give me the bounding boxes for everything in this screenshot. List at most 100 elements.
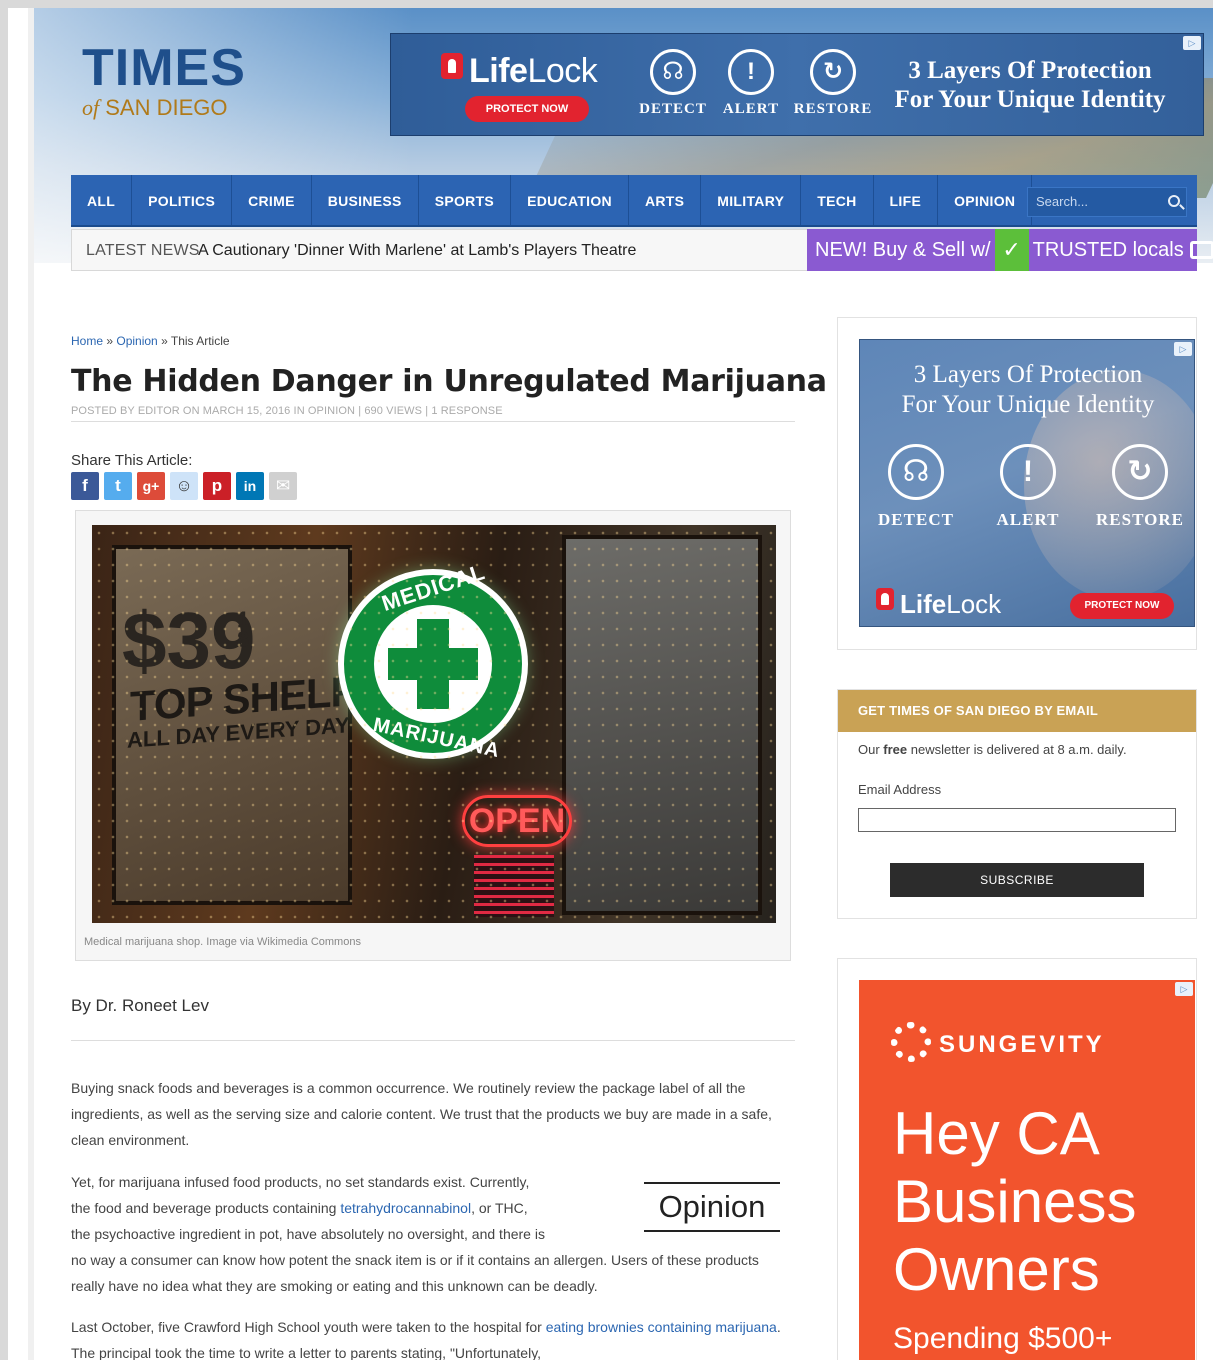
nav-item-sports[interactable]: SPORTS — [419, 175, 512, 225]
sun-icon — [891, 1022, 931, 1062]
search-icon[interactable] — [1168, 195, 1180, 207]
share-buttons: f t g+ ☺ p in ✉ — [71, 472, 297, 500]
linkedin-share-icon[interactable]: in — [236, 472, 264, 500]
subscribe-button[interactable]: SUBSCRIBE — [890, 863, 1144, 897]
article-title: The Hidden Danger in Unregulated Marijua… — [71, 364, 957, 399]
restore-label: RESTORE — [793, 101, 873, 117]
logo-main: TIMES — [82, 39, 246, 97]
nav-item-life[interactable]: LIFE — [874, 175, 939, 225]
alert-feature: ! ALERT — [711, 49, 791, 118]
latest-news-bar: LATEST NEWS A Cautionary 'Dinner With Ma… — [71, 229, 1213, 271]
protect-now-button[interactable]: PROTECT NOW — [465, 96, 589, 122]
lifelock-banner-ad[interactable]: ▷ LifeLock PROTECT NOW ☊ DETECT ! ALERT … — [390, 33, 1204, 136]
article-meta: POSTED BY EDITOR ON MARCH 15, 2016 IN OP… — [71, 405, 503, 417]
promo-text-b: TRUSTED locals — [1032, 239, 1184, 261]
p2-line-d: the psychoactive ingredient in pot, have… — [71, 1226, 545, 1242]
alert-label: ALERT — [722, 101, 780, 117]
detect-feature: ☊ DETECT — [633, 49, 713, 118]
search-input[interactable]: Search... — [1027, 187, 1187, 217]
paragraph-1: Buying snack foods and beverages is a co… — [71, 1080, 772, 1148]
check-icon: ✓ — [994, 229, 1029, 271]
breadcrumb-home[interactable]: Home — [71, 334, 103, 348]
share-label: Share This Article: — [71, 452, 193, 469]
sidebar-ad-tagline: 3 Layers Of Protection For Your Unique I… — [860, 360, 1194, 420]
alert-feature: ! ALERT — [978, 444, 1078, 530]
page: TIMES of SAN DIEGO ▷ LifeLock PROTECT NO… — [8, 8, 1213, 1360]
thc-link[interactable]: tetrahydrocannabinol — [340, 1200, 471, 1216]
breadcrumb-current: This Article — [170, 334, 230, 348]
alert-icon: ! — [728, 49, 774, 95]
lifelock-brand-b: Lock — [527, 52, 598, 90]
lifelock-lock-icon — [441, 53, 463, 79]
ad-choices-icon[interactable]: ▷ — [1183, 36, 1201, 50]
sungevity-subline: Spending $500+ — [893, 1322, 1113, 1355]
twitter-share-icon[interactable]: t — [104, 472, 132, 500]
fingerprint-icon: ☊ — [650, 49, 696, 95]
trusted-locals-promo[interactable]: NEW! Buy & Sell w/✓ TRUSTED locals — [807, 229, 1213, 271]
nav-item-education[interactable]: EDUCATION — [511, 175, 629, 225]
detect-feature: ☊ DETECT — [866, 444, 966, 530]
email-share-icon[interactable]: ✉ — [269, 472, 297, 500]
restore-feature: ↻ RESTORE — [1090, 444, 1190, 530]
sungevity-line-2: Business — [893, 1168, 1137, 1235]
paragraph-2-bottom: no way a consumer can know how potent th… — [71, 1252, 759, 1294]
email-field[interactable] — [858, 808, 1176, 832]
lifelock-logo: LifeLock — [441, 52, 598, 91]
sidebar-ad-features: ☊ DETECT ! ALERT ↻ RESTORE — [860, 444, 1194, 530]
lifelock-lock-icon — [876, 588, 894, 610]
ad-choices-icon[interactable]: ▷ — [1174, 342, 1192, 356]
fingerprint-icon: ☊ — [888, 444, 944, 500]
nav-item-opinion[interactable]: OPINION — [938, 175, 1033, 225]
breadcrumb-sep: » — [157, 334, 171, 348]
breadcrumb-opinion[interactable]: Opinion — [116, 334, 157, 348]
detect-label: DETECT — [878, 510, 954, 529]
sungevity-logo: SUNGEVITY — [891, 1022, 1105, 1062]
lifelock-sidebar-ad[interactable]: ▷ 3 Layers Of Protection For Your Unique… — [859, 339, 1195, 627]
facebook-share-icon[interactable]: f — [71, 472, 99, 500]
restore-label: RESTORE — [1096, 510, 1184, 529]
lifelock-brand-a: Life — [469, 52, 528, 90]
reddit-share-icon[interactable]: ☺ — [170, 472, 198, 500]
nav-item-military[interactable]: MILITARY — [701, 175, 802, 225]
article-photo[interactable]: $39 1 8 TOP SHELF ALL DAY EVERY DAY MEDI… — [92, 525, 776, 923]
string-lights — [92, 525, 776, 923]
restore-feature: ↻ RESTORE — [793, 49, 873, 118]
sungevity-line-3: Owners — [893, 1236, 1100, 1303]
ad-choices-icon[interactable]: ▷ — [1175, 982, 1193, 996]
nav-item-arts[interactable]: ARTS — [629, 175, 702, 225]
newsletter-text: Our free newsletter is delivered at 8 a.… — [858, 742, 1127, 757]
sidebar-ad-tagline-1: 3 Layers Of Protection — [913, 361, 1143, 388]
restore-icon: ↻ — [810, 49, 856, 95]
search-placeholder: Search... — [1036, 194, 1089, 209]
nav-item-politics[interactable]: POLITICS — [132, 175, 233, 225]
photo-caption: Medical marijuana shop. Image via Wikime… — [84, 936, 361, 948]
newsletter-text-b: newsletter is delivered at 8 a.m. daily. — [907, 742, 1127, 757]
ad-tagline-1: 3 Layers Of Protection — [908, 57, 1152, 84]
lifelock-brand-b: Lock — [946, 589, 1002, 619]
sidebar-ad-tagline-2: For Your Unique Identity — [901, 391, 1155, 418]
title-divider — [71, 421, 795, 422]
google-plus-share-icon[interactable]: g+ — [137, 472, 165, 500]
paragraph-3: Last October, five Crawford High School … — [71, 1314, 791, 1360]
sungevity-headline: Hey CA Business Owners — [893, 1100, 1136, 1304]
latest-news-headline[interactable]: A Cautionary 'Dinner With Marlene' at La… — [198, 242, 636, 260]
detect-label: DETECT — [639, 101, 707, 117]
p2-text-b: the food and beverage products containin… — [71, 1200, 341, 1216]
brownies-link[interactable]: eating brownies containing marijuana — [546, 1319, 777, 1335]
email-label: Email Address — [858, 782, 942, 797]
protect-now-button[interactable]: PROTECT NOW — [1070, 593, 1174, 619]
nav-item-all[interactable]: ALL — [71, 175, 133, 225]
sungevity-line-1: Hey CA — [893, 1100, 1100, 1167]
sungevity-brand: SUNGEVITY — [939, 1031, 1105, 1058]
ad-tagline: 3 Layers Of Protection For Your Unique I… — [875, 56, 1185, 114]
lifelock-logo: LifeLock — [876, 588, 1001, 620]
promo-text-a: NEW! Buy & Sell w/ — [815, 239, 991, 261]
article-byline: By Dr. Roneet Lev — [71, 996, 209, 1015]
sungevity-ad[interactable]: ▷ SUNGEVITY Hey CA Business Owners Spend… — [859, 980, 1195, 1360]
nav-item-business[interactable]: BUSINESS — [312, 175, 419, 225]
pinterest-share-icon[interactable]: p — [203, 472, 231, 500]
ad-tagline-2: For Your Unique Identity — [894, 86, 1166, 113]
site-logo[interactable]: TIMES of SAN DIEGO — [82, 42, 246, 120]
nav-item-crime[interactable]: CRIME — [232, 175, 312, 225]
nav-item-tech[interactable]: TECH — [801, 175, 874, 225]
